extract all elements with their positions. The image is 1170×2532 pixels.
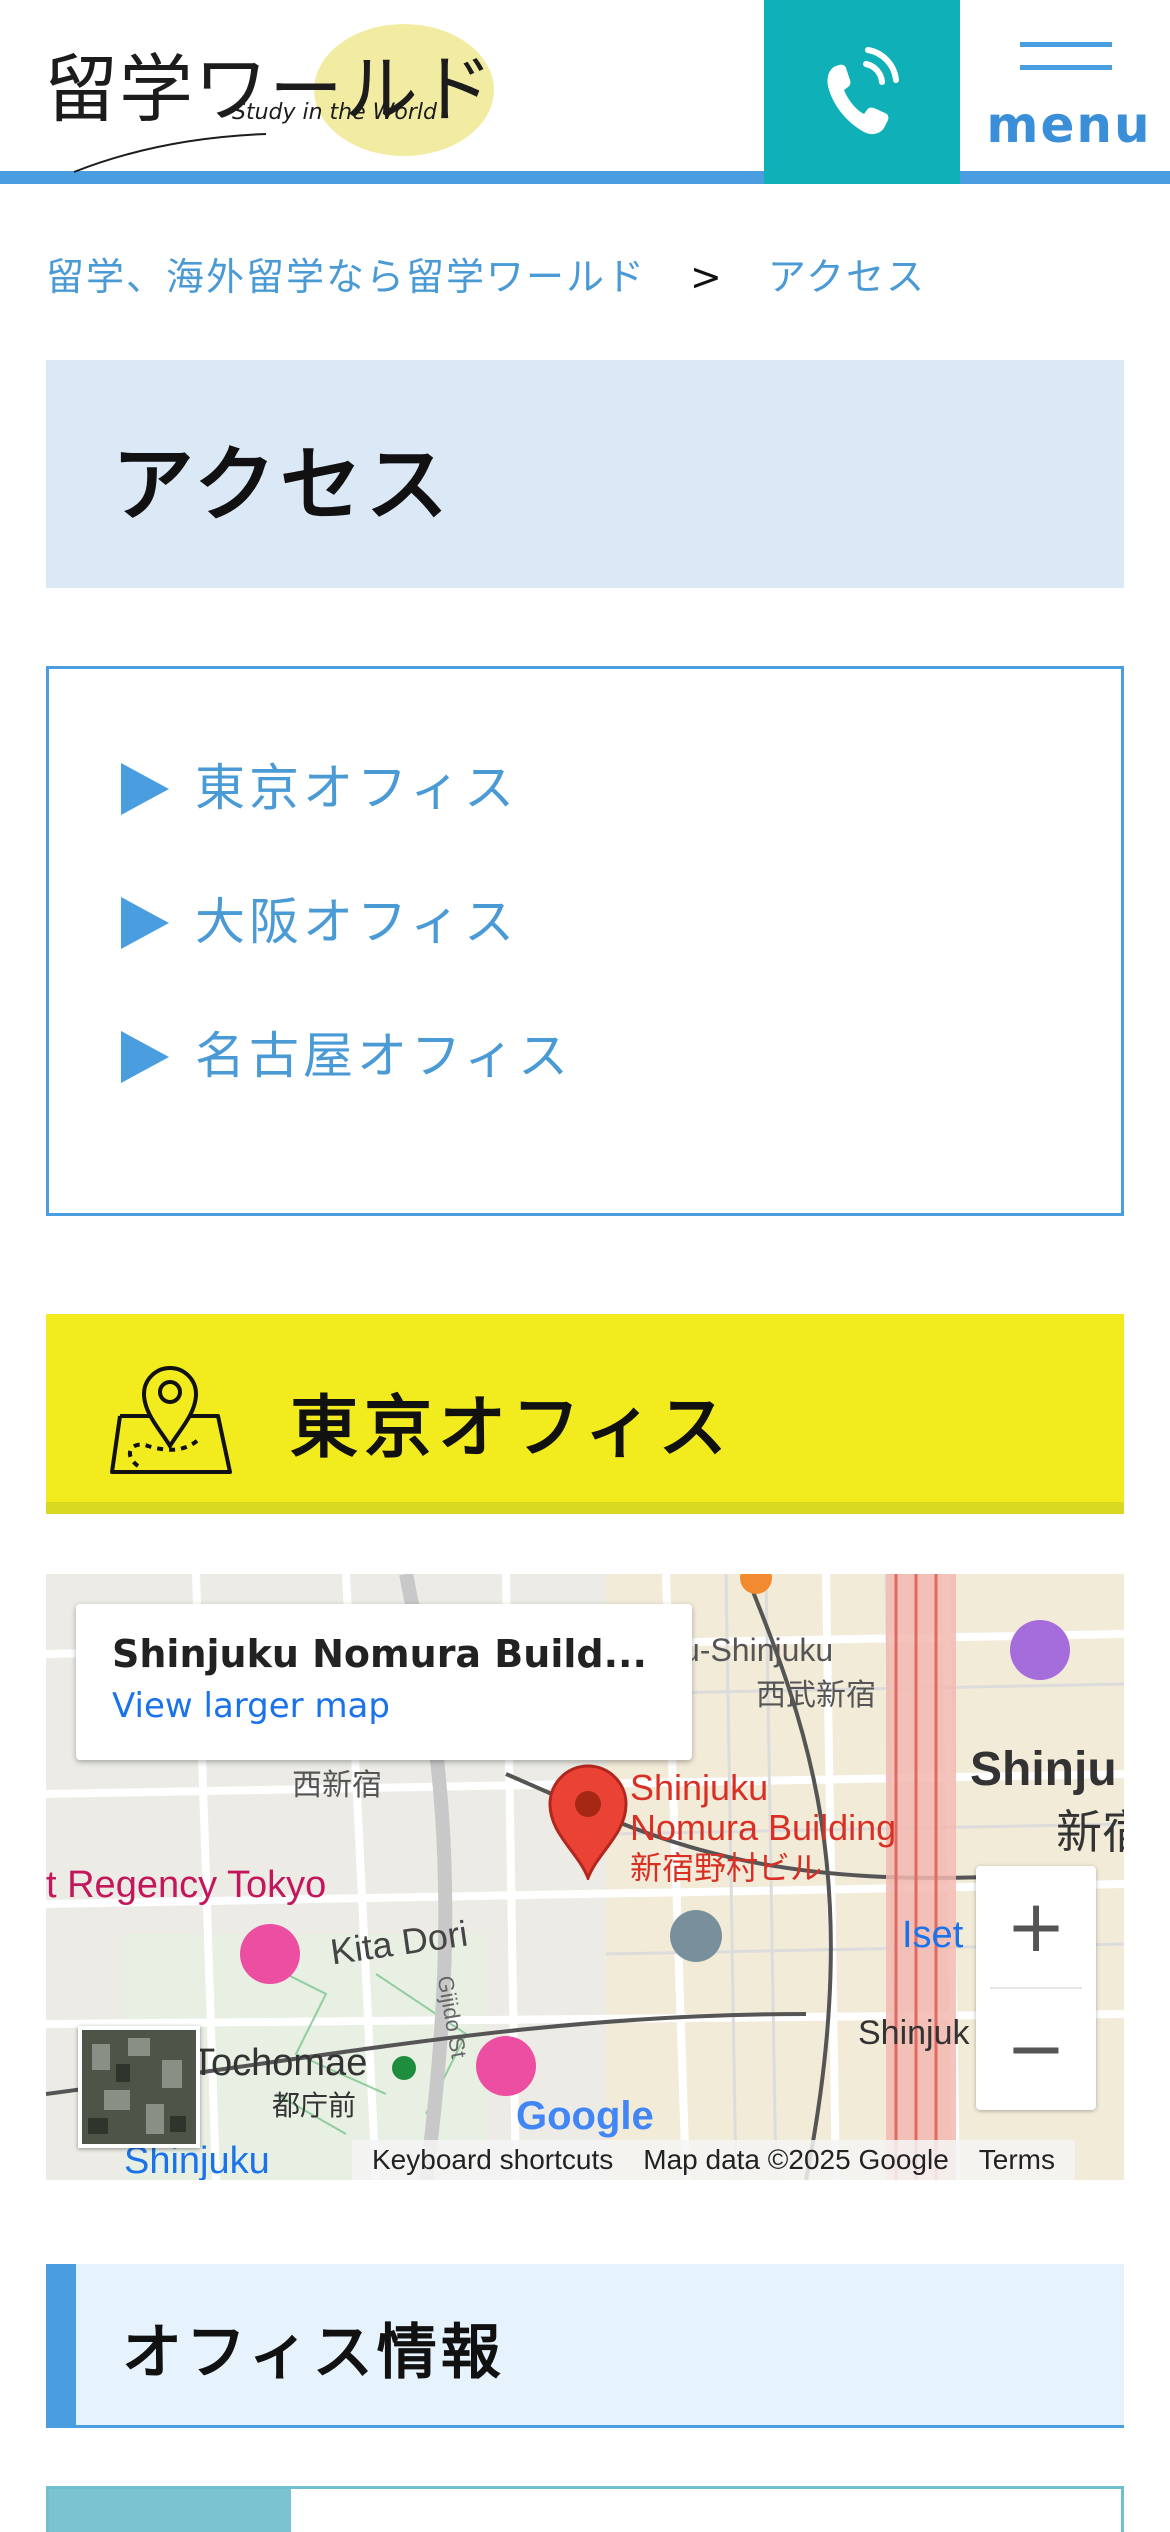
map-label-station-jp: 都庁前 xyxy=(272,2089,357,2122)
satellite-toggle[interactable] xyxy=(78,2026,200,2148)
pin-label: Shinjuku Nomura Building 新宿野村ビル xyxy=(630,1767,897,1888)
hamburger-icon xyxy=(1020,42,1112,88)
map-label-district-jp: 新宿 xyxy=(1056,1805,1124,1859)
office-link-label: 大阪オフィス xyxy=(195,893,518,951)
zoom-out-button[interactable]: − xyxy=(976,1988,1096,2108)
logo-text-en: Study in the World xyxy=(232,100,437,125)
satellite-thumbnail-icon xyxy=(82,2030,196,2144)
map-info-card: Shinjuku Nomura Build... View larger map xyxy=(76,1604,692,1760)
google-map[interactable]: Shinjuku Nomura Building 新宿野村ビル u-Shinju… xyxy=(46,1574,1124,2180)
map-label-area-jp: 西新宿 xyxy=(292,1768,382,1803)
site-logo[interactable]: 留学ワールド Study in the World xyxy=(40,20,494,173)
office-link-list: 東京オフィス 大阪オフィス 名古屋オフィス xyxy=(46,666,1124,1216)
office-link-label: 名古屋オフィス xyxy=(195,1027,572,1085)
tokyo-office-heading: 東京オフィス xyxy=(46,1314,1124,1514)
office-link-tokyo[interactable]: 東京オフィス xyxy=(121,749,518,819)
table-header-cell xyxy=(49,2489,291,2532)
triangle-right-icon xyxy=(121,897,169,949)
menu-button[interactable]: menu xyxy=(960,0,1170,184)
phone-button[interactable] xyxy=(764,0,960,184)
office-info-title: オフィス情報 xyxy=(122,2318,505,2388)
map-label-station: u-Shinjuku xyxy=(682,1632,834,1668)
map-pin-icon xyxy=(110,1366,232,1474)
office-link-nagoya[interactable]: 名古屋オフィス xyxy=(121,1017,572,1087)
tokyo-office-title: 東京オフィス xyxy=(290,1389,733,1468)
map-label-station: Shinjuk xyxy=(858,2014,970,2052)
page-title-box: アクセス xyxy=(46,360,1124,588)
breadcrumb: 留学、海外留学なら留学ワールド > アクセス xyxy=(46,246,926,301)
breadcrumb-current[interactable]: アクセス xyxy=(768,255,926,299)
map-label-station-jp: 西武新宿 xyxy=(756,1678,876,1713)
google-logo: Google xyxy=(516,2094,654,2138)
menu-label: menu xyxy=(986,96,1152,154)
office-info-heading: オフィス情報 xyxy=(46,2264,1124,2428)
triangle-right-icon xyxy=(121,1031,169,1083)
view-larger-map-link[interactable]: View larger map xyxy=(112,1686,390,1726)
map-data-attribution: Map data ©2025 Google xyxy=(643,2144,949,2175)
terms-link[interactable]: Terms xyxy=(979,2144,1055,2176)
zoom-in-button[interactable]: + xyxy=(976,1866,1096,1986)
zoom-controls: + − xyxy=(976,1866,1096,2110)
breadcrumb-home-link[interactable]: 留学、海外留学なら留学ワールド xyxy=(46,255,646,299)
map-footer: Keyboard shortcuts Map data ©2025 Google… xyxy=(352,2140,1075,2180)
map-label-hotel: t Regency Tokyo xyxy=(46,1864,327,1906)
site-header: 留学ワールド Study in the World menu xyxy=(0,0,1170,184)
office-link-label: 東京オフィス xyxy=(195,759,518,817)
map-pin-marker-icon[interactable] xyxy=(546,1764,630,1880)
map-card-title: Shinjuku Nomura Build... xyxy=(112,1632,647,1676)
logo-swoosh xyxy=(73,133,267,173)
page-title: アクセス xyxy=(112,438,452,533)
keyboard-shortcuts-link[interactable]: Keyboard shortcuts xyxy=(372,2144,613,2176)
breadcrumb-separator: > xyxy=(690,255,724,299)
office-info-table xyxy=(46,2486,1124,2532)
office-link-osaka[interactable]: 大阪オフィス xyxy=(121,883,518,953)
map-label-station: Tochomae xyxy=(192,2042,368,2084)
map-label-store: Iset xyxy=(902,1914,964,1956)
map-label-district: Shinju xyxy=(970,1743,1117,1796)
phone-icon xyxy=(827,47,899,135)
triangle-right-icon xyxy=(121,763,169,815)
